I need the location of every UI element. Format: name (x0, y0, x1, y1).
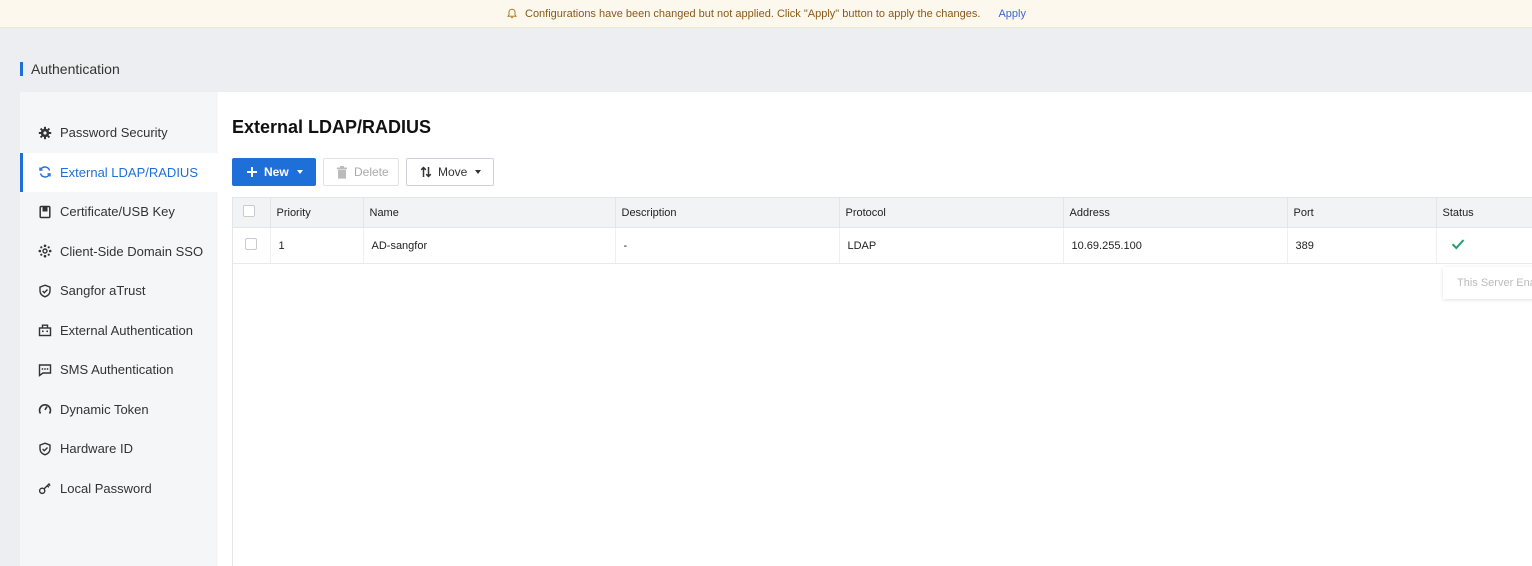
usb-key-icon (37, 204, 52, 219)
sidebar-item-label: Password Security (60, 125, 168, 141)
sync-icon (37, 165, 52, 180)
sidebar-item-label: External LDAP/RADIUS (60, 164, 198, 180)
sidebar-item-label: Hardware ID (60, 441, 133, 457)
apply-link[interactable]: Apply (998, 8, 1026, 20)
column-header-status[interactable]: Status (1436, 197, 1532, 228)
delete-button-label: Delete (354, 165, 389, 179)
sidebar-item-local-password[interactable]: Local Password (20, 469, 218, 509)
building-icon (37, 323, 52, 338)
sidebar-item-hardware-id[interactable]: Hardware ID (20, 429, 218, 469)
notice-message: Configurations have been changed but not… (525, 7, 981, 20)
column-header-port[interactable]: Port (1287, 197, 1437, 228)
sidebar-item-external-authentication[interactable]: External Authentication (20, 311, 218, 351)
cell-status (1436, 227, 1532, 264)
main-panel: External LDAP/RADIUS New Delete Move Pri… (218, 92, 1532, 566)
gear-icon (37, 125, 52, 140)
move-button-label: Move (438, 165, 468, 179)
column-header-description[interactable]: Description (615, 197, 840, 228)
shield-check-icon (37, 441, 52, 456)
plus-icon (246, 166, 258, 178)
bell-icon (506, 8, 518, 20)
chevron-down-icon (296, 170, 303, 174)
section-heading: External LDAP/RADIUS (232, 117, 432, 137)
delete-button[interactable]: Delete (323, 158, 399, 186)
title-accent-bar (20, 62, 23, 76)
sidebar-item-client-side-domain-sso[interactable]: Client-Side Domain SSO (20, 232, 218, 272)
column-header-priority[interactable]: Priority (270, 197, 364, 228)
status-tooltip: This Server Enabled (1443, 267, 1532, 299)
sidebar-item-label: Client-Side Domain SSO (60, 243, 204, 259)
cell-address: 10.69.255.100 (1063, 227, 1288, 264)
sidebar-item-label: Certificate/USB Key (60, 204, 175, 220)
cell-port: 389 (1287, 227, 1437, 264)
page-title-text: Authentication (31, 61, 120, 77)
sidebar-item-label: Sangfor aTrust (60, 283, 146, 299)
trash-icon (336, 165, 348, 179)
sidebar-item-password-security[interactable]: Password Security (20, 113, 218, 153)
table-row[interactable]: 1 AD-sangfor - LDAP 10.69.255.100 389 (233, 227, 1532, 264)
column-header-protocol[interactable]: Protocol (839, 197, 1064, 228)
table-header-row: Priority Name Description Protocol Addre… (233, 197, 1532, 228)
message-icon (37, 362, 52, 377)
sidebar-item-sangfor-atrust[interactable]: Sangfor aTrust (20, 271, 218, 311)
sidebar-item-dynamic-token[interactable]: Dynamic Token (20, 390, 218, 430)
column-header-name[interactable]: Name (363, 197, 616, 228)
sidebar-item-external-ldap-radius[interactable]: External LDAP/RADIUS (20, 152, 218, 192)
cell-priority: 1 (270, 227, 364, 264)
row-select-cell (233, 227, 271, 264)
move-button[interactable]: Move (406, 158, 494, 186)
column-header-address[interactable]: Address (1063, 197, 1288, 228)
sidebar-item-certificate-usb-key[interactable]: Certificate/USB Key (20, 192, 218, 232)
select-all-checkbox[interactable] (243, 205, 255, 217)
servers-table: Priority Name Description Protocol Addre… (232, 197, 1532, 566)
shield-check-icon (37, 283, 52, 298)
config-change-notice: Configurations have been changed but not… (0, 0, 1532, 28)
key-icon (37, 481, 52, 496)
move-arrows-icon (420, 166, 432, 178)
cell-name[interactable]: AD-sangfor (363, 227, 616, 264)
page-title: Authentication (20, 61, 120, 77)
sidebar-item-label: SMS Authentication (60, 362, 174, 378)
sidebar-item-label: Local Password (60, 480, 152, 496)
sidebar: Password Security External LDAP/RADIUS C… (20, 92, 218, 566)
network-icon (37, 244, 52, 259)
new-button[interactable]: New (232, 158, 316, 186)
row-checkbox[interactable] (245, 238, 257, 250)
chevron-down-icon (475, 170, 482, 174)
sidebar-item-label: Dynamic Token (60, 401, 149, 417)
cell-description: - (615, 227, 840, 264)
gauge-icon (37, 402, 52, 417)
check-icon[interactable] (1451, 238, 1465, 250)
new-button-label: New (264, 165, 289, 179)
toolbar: New Delete Move (232, 158, 501, 186)
select-all-cell (233, 197, 271, 228)
sidebar-item-label: External Authentication (60, 322, 193, 338)
sidebar-item-sms-authentication[interactable]: SMS Authentication (20, 350, 218, 390)
cell-protocol: LDAP (839, 227, 1064, 264)
